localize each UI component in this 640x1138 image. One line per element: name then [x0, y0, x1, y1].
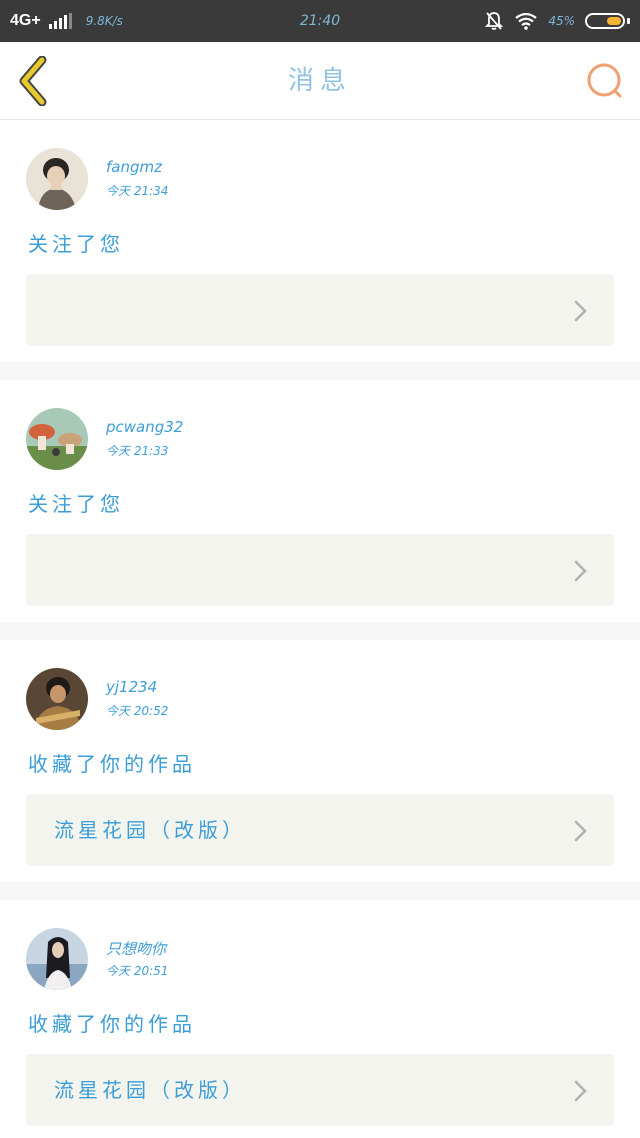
work-link[interactable]: [26, 274, 614, 346]
message-list: fangmz 今天 21:34 关注了您 pcwang32 今天 21:33 关…: [0, 120, 640, 1138]
work-link[interactable]: 流星花园（改版）: [26, 794, 614, 866]
page-title: 消息: [287, 66, 352, 96]
timestamp: 今天 20:52: [106, 704, 169, 718]
avatar[interactable]: [26, 668, 88, 730]
battery-tip: [627, 18, 630, 24]
message-card: pcwang32 今天 21:33 关注了您: [0, 380, 640, 622]
work-link[interactable]: 流星花园（改版）: [26, 1054, 614, 1126]
message-card: 只想吻你 今天 20:51 收藏了你的作品 流星花园（改版）: [0, 900, 640, 1138]
avatar[interactable]: [26, 408, 88, 470]
status-bar: 4G+ 9.8K/s 21:40 45%: [0, 0, 640, 42]
action-text: 关注了您: [28, 232, 124, 256]
search-icon[interactable]: [584, 60, 626, 102]
timestamp: 今天 21:33: [106, 444, 169, 458]
chevron-right-icon: [574, 560, 587, 582]
nav-bar: 消息: [0, 42, 640, 120]
avatar[interactable]: [26, 148, 88, 210]
work-title: 流星花园（改版）: [54, 1078, 246, 1102]
work-link[interactable]: [26, 534, 614, 606]
action-text: 收藏了你的作品: [28, 752, 196, 776]
message-card: fangmz 今天 21:34 关注了您: [0, 120, 640, 362]
battery-percent: 45%: [548, 14, 575, 28]
action-text: 收藏了你的作品: [28, 1012, 196, 1036]
wifi-icon: [515, 12, 538, 30]
screen: 4G+ 9.8K/s 21:40 45% 消息 fangmz 今天 21:34 …: [0, 0, 640, 1138]
battery-icon: [585, 13, 625, 29]
username[interactable]: yj1234: [106, 678, 157, 696]
timestamp: 今天 21:34: [106, 184, 169, 198]
chevron-right-icon: [574, 300, 587, 322]
timestamp: 今天 20:51: [106, 964, 169, 978]
back-button[interactable]: [14, 56, 54, 106]
avatar[interactable]: [26, 928, 88, 990]
action-text: 关注了您: [28, 492, 124, 516]
username[interactable]: 只想吻你: [106, 938, 166, 959]
work-title: 流星花园（改版）: [54, 818, 246, 842]
username[interactable]: pcwang32: [106, 418, 183, 436]
chevron-right-icon: [574, 820, 587, 842]
username[interactable]: fangmz: [106, 158, 162, 176]
message-card: yj1234 今天 20:52 收藏了你的作品 流星花园（改版）: [0, 640, 640, 882]
chevron-right-icon: [574, 1080, 587, 1102]
bell-mute-icon: [485, 12, 504, 30]
